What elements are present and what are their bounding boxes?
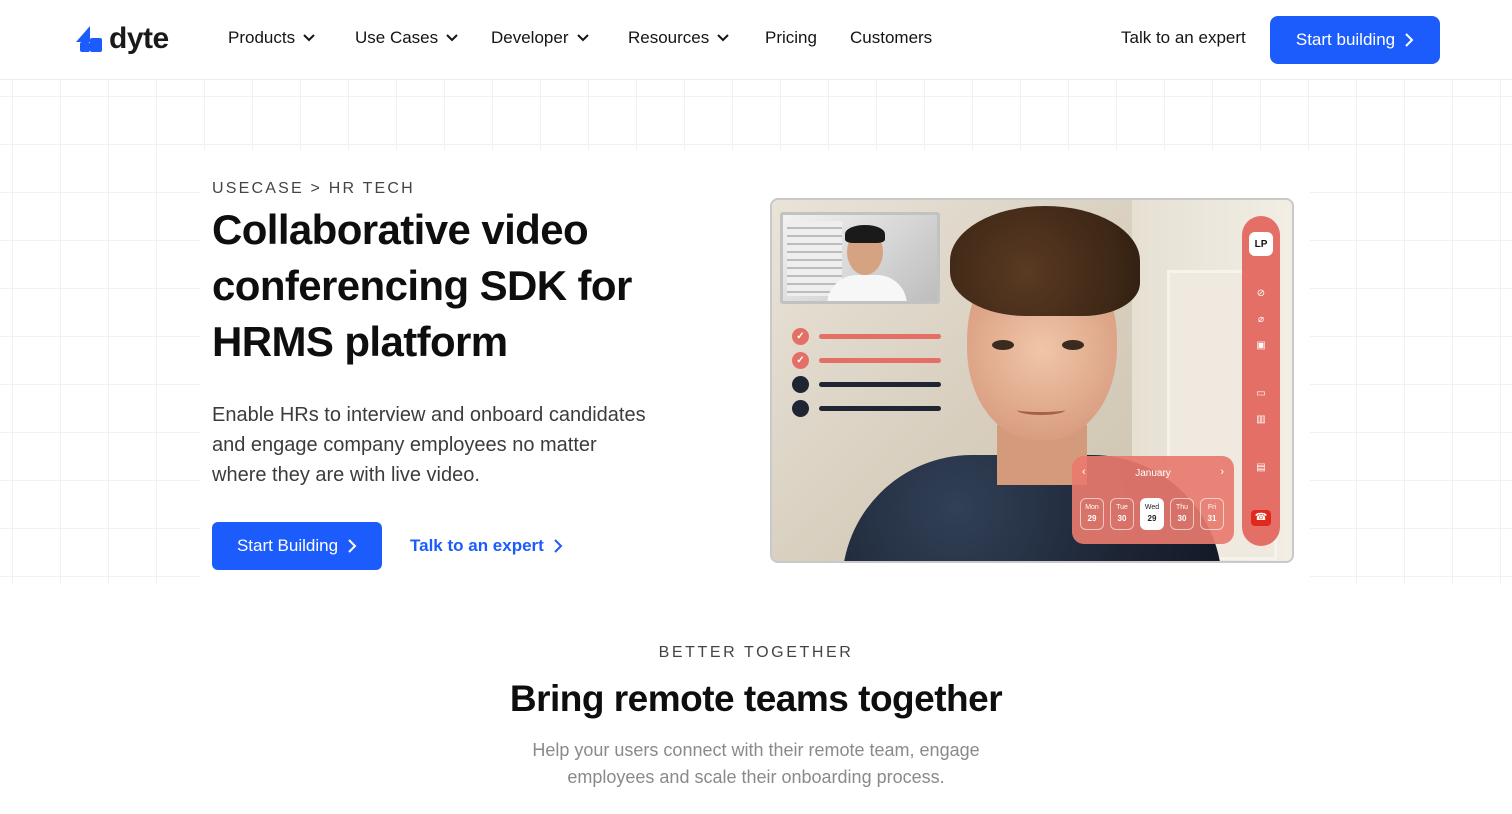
pending-dot-icon <box>792 399 809 417</box>
checklist-bar <box>819 405 941 411</box>
nav-item-label: Use Cases <box>355 28 439 47</box>
video-off-icon[interactable]: ▣ <box>1255 340 1267 352</box>
calendar-day[interactable]: Tue 30 <box>1110 498 1134 530</box>
chevron-down-icon <box>576 34 589 42</box>
calendar-weekday: Wed <box>1144 504 1160 511</box>
nav-item-label: Customers <box>850 28 933 47</box>
nav-item-label: Pricing <box>765 28 817 47</box>
calendar-weekday: Tue <box>1116 504 1128 511</box>
nav-item-use-cases[interactable]: Use Cases <box>355 28 458 48</box>
pending-dot-icon <box>792 375 809 393</box>
calendar-day-selected[interactable]: Wed 29 <box>1140 498 1164 530</box>
screen-share-icon[interactable]: ▭ <box>1255 388 1267 400</box>
calendar-date: 30 <box>1117 514 1127 523</box>
participant-mouth <box>1017 405 1065 415</box>
calendar-month: January <box>1135 468 1171 479</box>
calendar-date: 30 <box>1177 514 1187 523</box>
talk-to-expert-link[interactable]: Talk to an expert <box>1121 28 1246 48</box>
calendar-weekday: Mon <box>1085 504 1099 511</box>
calendar-date: 31 <box>1207 514 1217 523</box>
start-building-label: Start building <box>1295 30 1396 49</box>
nav-item-label: Resources <box>628 28 710 47</box>
hero-lead: Enable HRs to interview and onboard cand… <box>212 404 646 486</box>
check-icon: ✓ <box>792 351 809 369</box>
chevron-right-icon[interactable]: › <box>1220 466 1224 478</box>
hero-talk-to-expert-label: Talk to an expert <box>410 536 544 555</box>
checklist-item: ✓ <box>792 348 952 372</box>
chevron-right-icon <box>1405 33 1414 47</box>
chevron-right-icon <box>554 539 563 553</box>
checklist-item: ✓ <box>792 324 952 348</box>
chevron-right-icon <box>348 539 357 553</box>
onboarding-checklist: ✓ ✓ <box>792 324 952 420</box>
dyte-logo[interactable]: dyte <box>74 22 169 56</box>
checklist-bar <box>819 357 941 363</box>
nav-item-resources[interactable]: Resources <box>628 28 729 48</box>
checklist-bar <box>819 381 941 387</box>
picture-in-picture-tile[interactable] <box>780 212 940 304</box>
mic-off-icon[interactable]: ⌀ <box>1255 314 1267 326</box>
speaker-off-icon[interactable]: ⊘ <box>1255 288 1267 300</box>
dyte-logo-icon <box>76 26 102 52</box>
calendar-day[interactable]: Thu 30 <box>1170 498 1194 530</box>
calendar-day[interactable]: Fri 31 <box>1200 498 1224 530</box>
chevron-down-icon <box>446 34 458 42</box>
logo-text: dyte <box>109 22 169 55</box>
call-controls-bar: LP ⊘ ⌀ ▣ ▭ ▥ ▤ ☎ <box>1242 216 1280 546</box>
calendar-date: 29 <box>1147 514 1157 523</box>
pip-participant-body <box>827 275 907 301</box>
hero-start-building-button[interactable]: Start Building <box>212 522 382 570</box>
participant-eye <box>1062 340 1084 350</box>
hero-talk-to-expert-link[interactable]: Talk to an expert <box>410 536 563 556</box>
nav-item-products[interactable]: Products <box>228 28 315 48</box>
calendar-day[interactable]: Mon 29 <box>1080 498 1104 530</box>
calendar-days: Mon 29 Tue 30 Wed 29 Thu 30 Fri 31 <box>1080 498 1224 530</box>
nav-item-pricing[interactable]: Pricing <box>765 28 817 48</box>
chevron-down-icon <box>717 34 729 42</box>
participant-avatar[interactable]: LP <box>1249 232 1273 256</box>
hero-title: Collaborative video conferencing SDK for… <box>212 206 632 365</box>
start-building-button[interactable]: Start building <box>1270 16 1440 64</box>
chat-icon[interactable]: ▤ <box>1255 462 1267 474</box>
section-subtitle: Help your users connect with their remot… <box>532 740 980 787</box>
layout-icon[interactable]: ▥ <box>1255 414 1267 426</box>
pip-participant-hair <box>845 225 885 243</box>
nav-item-customers[interactable]: Customers <box>850 28 932 48</box>
participant-hair <box>950 206 1140 316</box>
section-eyebrow: BETTER TOGETHER <box>658 644 854 661</box>
hero-eyebrow: USECASE > HR TECH <box>212 180 415 197</box>
nav-item-developer[interactable]: Developer <box>491 28 589 48</box>
section-title: Bring remote teams together <box>509 678 1003 719</box>
checklist-item <box>792 396 952 420</box>
participant-eye <box>992 340 1014 350</box>
calendar-date: 29 <box>1087 514 1097 523</box>
nav-item-label: Products <box>228 28 296 47</box>
calendar-widget: ‹ January › Mon 29 Tue 30 Wed 29 Thu 30 … <box>1072 456 1234 544</box>
check-icon: ✓ <box>792 327 809 345</box>
nav-item-label: Developer <box>491 28 569 47</box>
top-nav: dyte Products Use Cases Developer Resour… <box>0 0 1512 80</box>
checklist-item <box>792 372 952 396</box>
hang-up-icon[interactable]: ☎ <box>1251 510 1271 526</box>
chevron-down-icon <box>303 34 315 42</box>
video-call-preview: ✓ ✓ ‹ January › Mon 29 Tue 30 Wed 29 Thu… <box>770 198 1294 563</box>
calendar-weekday: Thu <box>1175 504 1189 511</box>
checklist-bar <box>819 333 941 339</box>
calendar-weekday: Fri <box>1207 504 1217 511</box>
hero-start-building-label: Start Building <box>236 536 339 555</box>
